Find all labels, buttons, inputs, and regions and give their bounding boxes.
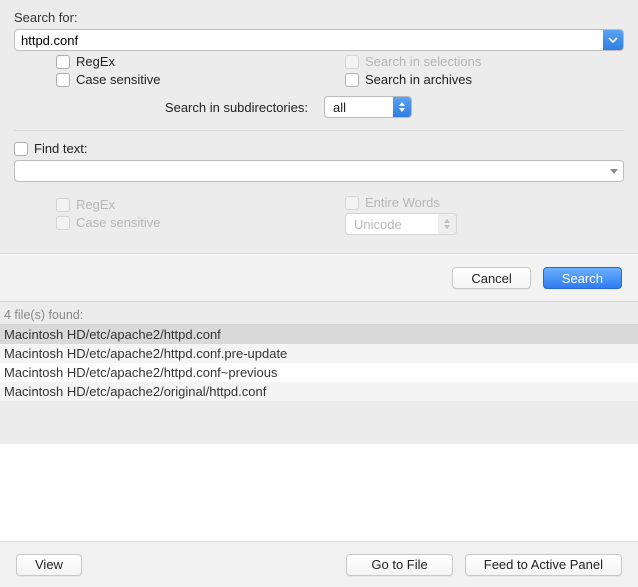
action-buttonbar: Cancel Search	[0, 254, 638, 302]
find-text-checkbox-row[interactable]: Find text:	[14, 141, 87, 156]
dropdown-arrow-icon[interactable]	[603, 30, 623, 50]
cancel-button[interactable]: Cancel	[452, 267, 530, 289]
checkbox-icon	[345, 55, 359, 69]
checkbox-icon	[345, 73, 359, 87]
ft-entire-words-label: Entire Words	[365, 195, 440, 210]
results-count-label: 4 file(s) found:	[0, 302, 638, 324]
search-in-selections-label: Search in selections	[365, 54, 481, 69]
results-empty-area	[0, 444, 638, 541]
search-for-value: httpd.conf	[15, 33, 603, 48]
search-button[interactable]: Search	[543, 267, 622, 289]
find-text-label: Find text:	[34, 141, 87, 156]
result-row[interactable]: Macintosh HD/etc/apache2/httpd.conf.pre-…	[0, 344, 638, 363]
ft-regex-checkbox-row: RegEx	[56, 197, 335, 212]
checkbox-icon	[56, 198, 70, 212]
result-row[interactable]: Macintosh HD/etc/apache2/httpd.conf	[0, 325, 638, 344]
search-in-selections-checkbox-row: Search in selections	[345, 54, 624, 69]
dropdown-arrow-icon[interactable]	[605, 161, 623, 181]
ft-entire-words-checkbox-row: Entire Words	[345, 195, 624, 210]
checkbox-icon	[56, 73, 70, 87]
result-row[interactable]: Macintosh HD/etc/apache2/original/httpd.…	[0, 382, 638, 401]
encoding-value: Unicode	[346, 217, 438, 232]
search-in-archives-label: Search in archives	[365, 72, 472, 87]
divider	[14, 130, 624, 131]
encoding-select: Unicode	[345, 213, 457, 235]
regex-checkbox-row[interactable]: RegEx	[56, 54, 335, 69]
ft-case-sensitive-checkbox-row: Case sensitive	[56, 215, 335, 230]
view-button[interactable]: View	[16, 554, 82, 576]
updown-stepper-icon	[438, 214, 456, 234]
case-sensitive-label: Case sensitive	[76, 72, 161, 87]
search-in-archives-checkbox-row[interactable]: Search in archives	[345, 72, 624, 87]
search-for-combo[interactable]: httpd.conf	[14, 29, 624, 51]
ft-regex-label: RegEx	[76, 197, 115, 212]
feed-to-active-panel-button[interactable]: Feed to Active Panel	[465, 554, 622, 576]
find-text-input[interactable]	[14, 160, 624, 182]
checkbox-icon	[56, 216, 70, 230]
checkbox-icon	[14, 142, 28, 156]
results-list[interactable]: Macintosh HD/etc/apache2/httpd.confMacin…	[0, 324, 638, 401]
case-sensitive-checkbox-row[interactable]: Case sensitive	[56, 72, 335, 87]
subdirectories-select[interactable]: all	[324, 96, 412, 118]
result-row[interactable]: Macintosh HD/etc/apache2/httpd.conf~prev…	[0, 363, 638, 382]
ft-case-sensitive-label: Case sensitive	[76, 215, 161, 230]
go-to-file-button[interactable]: Go to File	[346, 554, 452, 576]
bottom-buttonbar: View Go to File Feed to Active Panel	[0, 541, 638, 587]
checkbox-icon	[56, 55, 70, 69]
checkbox-icon	[345, 196, 359, 210]
subdirectories-value: all	[325, 100, 393, 115]
subdirectories-label: Search in subdirectories:	[14, 100, 314, 115]
search-for-label: Search for:	[14, 10, 624, 25]
regex-label: RegEx	[76, 54, 115, 69]
updown-stepper-icon	[393, 97, 411, 117]
